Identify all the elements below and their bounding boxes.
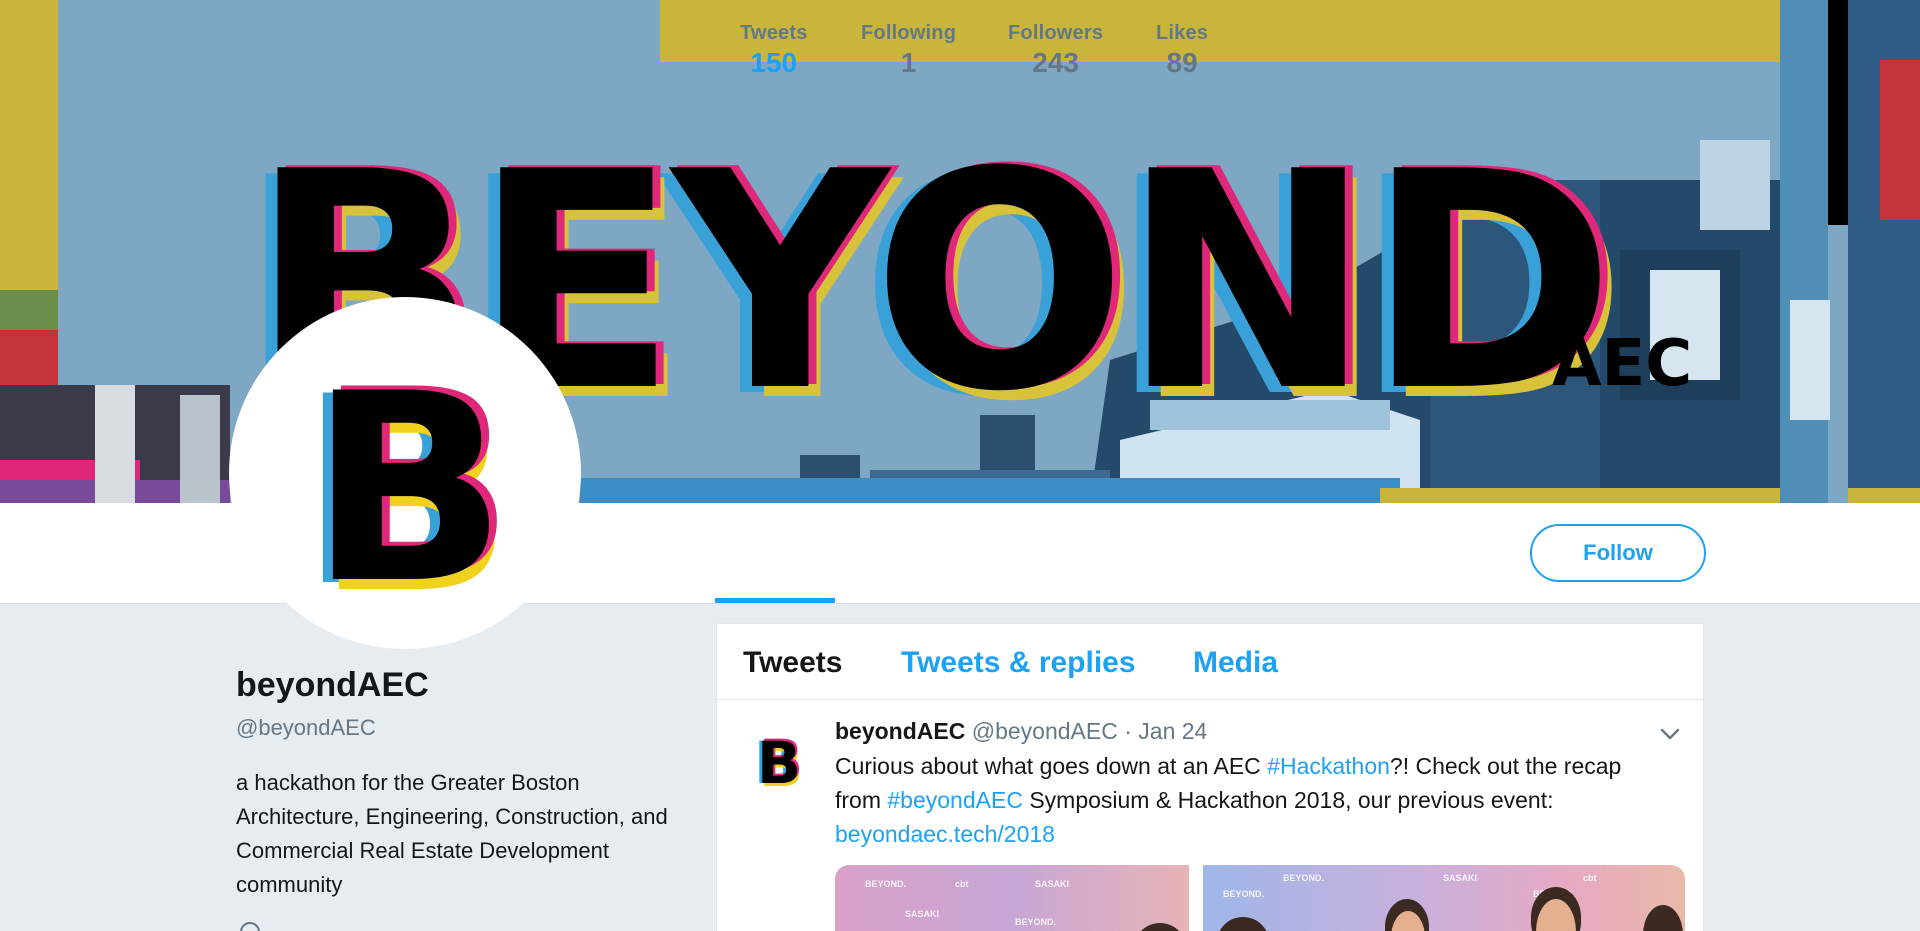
profile-name[interactable]: beyondAEC [236, 666, 429, 705]
stat-tweets-value: 150 [750, 47, 798, 78]
tweet-hashtag-beyondaec[interactable]: #beyondAEC [887, 787, 1023, 813]
stat-likes[interactable]: Likes 89 [1156, 22, 1208, 79]
stat-followers[interactable]: Followers 243 [1008, 22, 1103, 79]
timeline-tabs: Tweets Tweets & replies Media [717, 624, 1703, 700]
tweet-author-avatar[interactable]: B B B B [748, 729, 808, 793]
tweet-photo-1[interactable]: BEYOND. cbt SASAKI SASAKI BEYOND. [835, 865, 1189, 931]
stat-following[interactable]: Following 1 [861, 22, 956, 79]
stat-likes-value: 89 [1166, 47, 1198, 78]
photo-backdrop-text: cbt [955, 879, 969, 889]
tab-tweets-and-replies[interactable]: Tweets & replies [901, 646, 1136, 680]
tweet-date[interactable]: Jan 24 [1138, 718, 1207, 744]
tweet-author-name[interactable]: beyondAEC [835, 718, 965, 744]
timeline-panel: Tweets Tweets & replies Media B B B B be… [716, 623, 1704, 931]
tweet-text: Curious about what goes down at an AEC #… [835, 749, 1665, 851]
photo-backdrop-text: BEYOND. [1223, 889, 1265, 899]
profile-avatar[interactable]: B B B B [229, 297, 581, 649]
stat-followers-value: 243 [1032, 47, 1079, 78]
photo-backdrop-text: BEYOND. [1015, 917, 1057, 927]
tab-tweets[interactable]: Tweets [743, 646, 842, 680]
follow-button[interactable]: Follow [1530, 524, 1706, 582]
profile-handle[interactable]: @beyondAEC [236, 715, 376, 741]
stat-following-label: Following [861, 22, 957, 44]
avatar-letter: B [309, 339, 507, 641]
tweet-media[interactable]: BEYOND. cbt SASAKI SASAKI BEYOND. BEYOND… [835, 865, 1685, 931]
stat-tweets[interactable]: Tweets 150 [740, 22, 808, 79]
profile-bio: a hackathon for the Greater Boston Archi… [236, 770, 668, 897]
tweet-item[interactable]: B B B B beyondAEC @beyondAEC · Jan 24 Cu… [717, 701, 1703, 931]
tweet-hashtag-hackathon[interactable]: #Hackathon [1267, 753, 1390, 779]
stat-followers-label: Followers [1008, 22, 1104, 44]
active-stat-indicator [715, 598, 835, 603]
banner-subtitle: AEC [1552, 327, 1692, 401]
photo-backdrop-text: SASAKI [905, 909, 940, 919]
photo-person [1643, 905, 1683, 931]
tweet-photo-2[interactable]: BEYOND. SASAKI cbt BEYOND. BEYOND. [1203, 865, 1685, 931]
photo-person [1135, 923, 1185, 931]
tweet-author-handle[interactable]: @beyondAEC [972, 718, 1118, 744]
tweet-avatar-letter: B [757, 729, 801, 793]
photo-backdrop-text: cbt [1583, 873, 1597, 883]
photo-backdrop-text: SASAKI [1443, 873, 1478, 883]
photo-person [1217, 917, 1269, 931]
tab-media[interactable]: Media [1193, 646, 1278, 680]
photo-backdrop-text: SASAKI [1035, 879, 1070, 889]
tweet-link[interactable]: beyondaec.tech/2018 [835, 821, 1055, 847]
stat-tweets-label: Tweets [740, 22, 808, 44]
stat-following-value: 1 [900, 47, 917, 78]
location-pin-icon [240, 922, 260, 931]
photo-backdrop-text: BEYOND. [865, 879, 907, 889]
tweet-separator: · [1124, 718, 1132, 744]
tweet-header: beyondAEC @beyondAEC · Jan 24 [835, 718, 1207, 745]
tweet-text-part3: Symposium & Hackathon 2018, our previous… [1022, 787, 1554, 813]
avatar-logo: B B B B [299, 335, 515, 649]
photo-backdrop-text: BEYOND. [1283, 873, 1325, 883]
tweet-text-part1: Curious about what goes down at an AEC [835, 753, 1268, 779]
chevron-down-icon[interactable] [1659, 723, 1681, 745]
stat-likes-label: Likes [1156, 22, 1209, 44]
